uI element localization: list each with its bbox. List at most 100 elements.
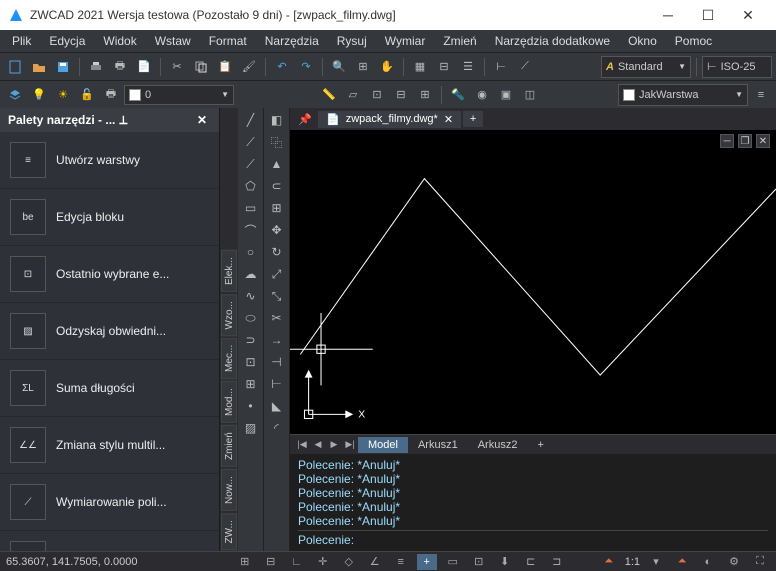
vp-minimize-button[interactable]: ─ — [720, 134, 734, 148]
trim-button[interactable]: ✂ — [266, 308, 288, 328]
publish-button[interactable]: 📄 — [133, 56, 155, 78]
hardware-button[interactable]: ⚙ — [724, 554, 744, 570]
chamfer-button[interactable]: ◣ — [266, 396, 288, 416]
copy-obj-button[interactable]: ⿻ — [266, 132, 288, 152]
ellipse-arc-button[interactable]: ⊃ — [240, 330, 262, 350]
menu-edycja[interactable]: Edycja — [41, 32, 93, 50]
render-button[interactable]: ◉ — [471, 84, 493, 106]
layout-tab-sheet1[interactable]: Arkusz1 — [408, 437, 468, 453]
grid-toggle-button[interactable]: ⊟ — [261, 554, 281, 570]
palette-item-2[interactable]: ⊡Ostatnio wybrane e... — [0, 246, 219, 303]
doc-pin-icon[interactable]: 📌 — [294, 108, 316, 130]
menu-narzędzia dodatkowe[interactable]: Narzędzia dodatkowe — [487, 32, 618, 50]
layout-last-button[interactable]: ▶| — [342, 437, 358, 453]
line-button[interactable]: ╱ — [240, 110, 262, 130]
isolate-button[interactable]: ◐ — [698, 554, 718, 570]
paste-button[interactable]: 📋 — [214, 56, 236, 78]
menu-rysuj[interactable]: Rysuj — [329, 32, 375, 50]
visual-button[interactable]: ◫ — [519, 84, 541, 106]
lwt-button[interactable]: ≡ — [391, 554, 411, 570]
annoscale-icon[interactable]: ⏶ — [599, 554, 619, 570]
rectangle-button[interactable]: ▭ — [240, 198, 262, 218]
otrack-button[interactable]: ∠ — [365, 554, 385, 570]
move-button[interactable]: ✥ — [266, 220, 288, 240]
cut-button[interactable]: ✂ — [166, 56, 188, 78]
lineweight-button[interactable]: ≡ — [750, 84, 772, 106]
snap-button[interactable]: ⊞ — [235, 554, 255, 570]
hatch-button[interactable]: ▨ — [240, 418, 262, 438]
layer-plot-icon[interactable]: 🖶 — [100, 84, 122, 106]
layout-tab-sheet2[interactable]: Arkusz2 — [468, 437, 528, 453]
command-window[interactable]: Polecenie: *Anuluj*Polecenie: *Anuluj*Po… — [290, 454, 776, 551]
redo-button[interactable]: ↷ — [295, 56, 317, 78]
zoom-extents-button[interactable]: 🔍 — [328, 56, 350, 78]
annoauto-icon[interactable]: ⏶ — [672, 554, 692, 570]
cmd-prompt[interactable]: Polecenie: — [298, 530, 768, 547]
fillet-button[interactable]: ◜ — [266, 418, 288, 438]
maximize-button[interactable]: ☐ — [688, 0, 728, 30]
layer-combo[interactable]: 0 ▼ — [124, 85, 234, 105]
palette-vtab-4[interactable]: Zmień — [221, 425, 237, 467]
break-button[interactable]: ⊣ — [266, 352, 288, 372]
rotate-button[interactable]: ↻ — [266, 242, 288, 262]
new-doc-tab-button[interactable]: + — [463, 111, 483, 127]
menu-plik[interactable]: Plik — [4, 32, 39, 50]
annosync-button[interactable]: ▾ — [646, 554, 666, 570]
print-button[interactable] — [85, 56, 107, 78]
material-button[interactable]: ▣ — [495, 84, 517, 106]
pin-icon[interactable]: ⟂ — [115, 113, 131, 128]
zoom-window-button[interactable]: ⊞ — [352, 56, 374, 78]
arc-button[interactable]: ⌒ — [240, 220, 262, 240]
revcloud-button[interactable]: ☁ — [240, 264, 262, 284]
menu-okno[interactable]: Okno — [620, 32, 665, 50]
match-prop-button[interactable]: 🖌 — [238, 56, 260, 78]
insert-block-button[interactable]: ⊡ — [240, 352, 262, 372]
palette-vtab-6[interactable]: ZW... — [221, 513, 237, 550]
layout-tab-add[interactable]: + — [527, 437, 553, 453]
palette-item-4[interactable]: ΣLSuma długości — [0, 360, 219, 417]
menu-format[interactable]: Format — [201, 32, 255, 50]
palette-item-6[interactable]: ⟋Wymiarowanie poli... — [0, 474, 219, 531]
ellipse-button[interactable]: ⬭ — [240, 308, 262, 328]
ann-button[interactable]: ⊐ — [547, 554, 567, 570]
dim-aligned-button[interactable]: ⟋ — [514, 56, 536, 78]
pan-button[interactable]: ✋ — [376, 56, 398, 78]
menu-narzędzia[interactable]: Narzędzia — [257, 32, 327, 50]
menu-widok[interactable]: Widok — [95, 32, 144, 50]
ortho-button[interactable]: ∟ — [287, 554, 307, 570]
palette-vtab-2[interactable]: Mec... — [221, 338, 237, 379]
menu-pomoc[interactable]: Pomoc — [667, 32, 720, 50]
menu-wstaw[interactable]: Wstaw — [147, 32, 199, 50]
palette-vtab-3[interactable]: Mod... — [221, 381, 237, 423]
spline-button[interactable]: ∿ — [240, 286, 262, 306]
menu-wymiar[interactable]: Wymiar — [377, 32, 434, 50]
dim-linear-button[interactable]: ⊢ — [490, 56, 512, 78]
extend-button[interactable]: → — [266, 330, 288, 350]
layer-freeze-icon[interactable]: ☀ — [52, 84, 74, 106]
layout-tab-model[interactable]: Model — [358, 437, 408, 453]
layout-next-button[interactable]: ▶ — [326, 437, 342, 453]
layer-manager-button[interactable] — [4, 84, 26, 106]
open-button[interactable] — [28, 56, 50, 78]
osnap-button[interactable]: ◇ — [339, 554, 359, 570]
document-tab[interactable]: 📄 zwpack_filmy.dwg* ✕ — [318, 111, 461, 128]
palette-vtab-0[interactable]: Elek... — [221, 250, 237, 292]
table-button[interactable]: ▦ — [409, 56, 431, 78]
palette-item-3[interactable]: ▨Odzyskaj obwiedni... — [0, 303, 219, 360]
palette-vtab-5[interactable]: Now... — [221, 469, 237, 511]
properties-button[interactable]: ☰ — [457, 56, 479, 78]
tool3-button[interactable]: ⊡ — [366, 84, 388, 106]
palette-vtab-1[interactable]: Wzo... — [221, 294, 237, 336]
fullscreen-button[interactable]: ⛶ — [750, 554, 770, 570]
scale-button[interactable]: ⤢ — [266, 264, 288, 284]
palette-item-0[interactable]: ≡Utwórz warstwy — [0, 132, 219, 189]
xline-button[interactable]: ⟋ — [240, 132, 262, 152]
light-button[interactable]: 🔦 — [447, 84, 469, 106]
make-block-button[interactable]: ⊞ — [240, 374, 262, 394]
palette-item-7[interactable]: 🔒Szyfruj LISP — [0, 531, 219, 551]
array-button[interactable]: ⊞ — [266, 198, 288, 218]
qp-button[interactable]: ⬇ — [495, 554, 515, 570]
point-button[interactable]: • — [240, 396, 262, 416]
vp-restore-button[interactable]: ❐ — [738, 134, 752, 148]
dist-button[interactable]: 📏 — [318, 84, 340, 106]
